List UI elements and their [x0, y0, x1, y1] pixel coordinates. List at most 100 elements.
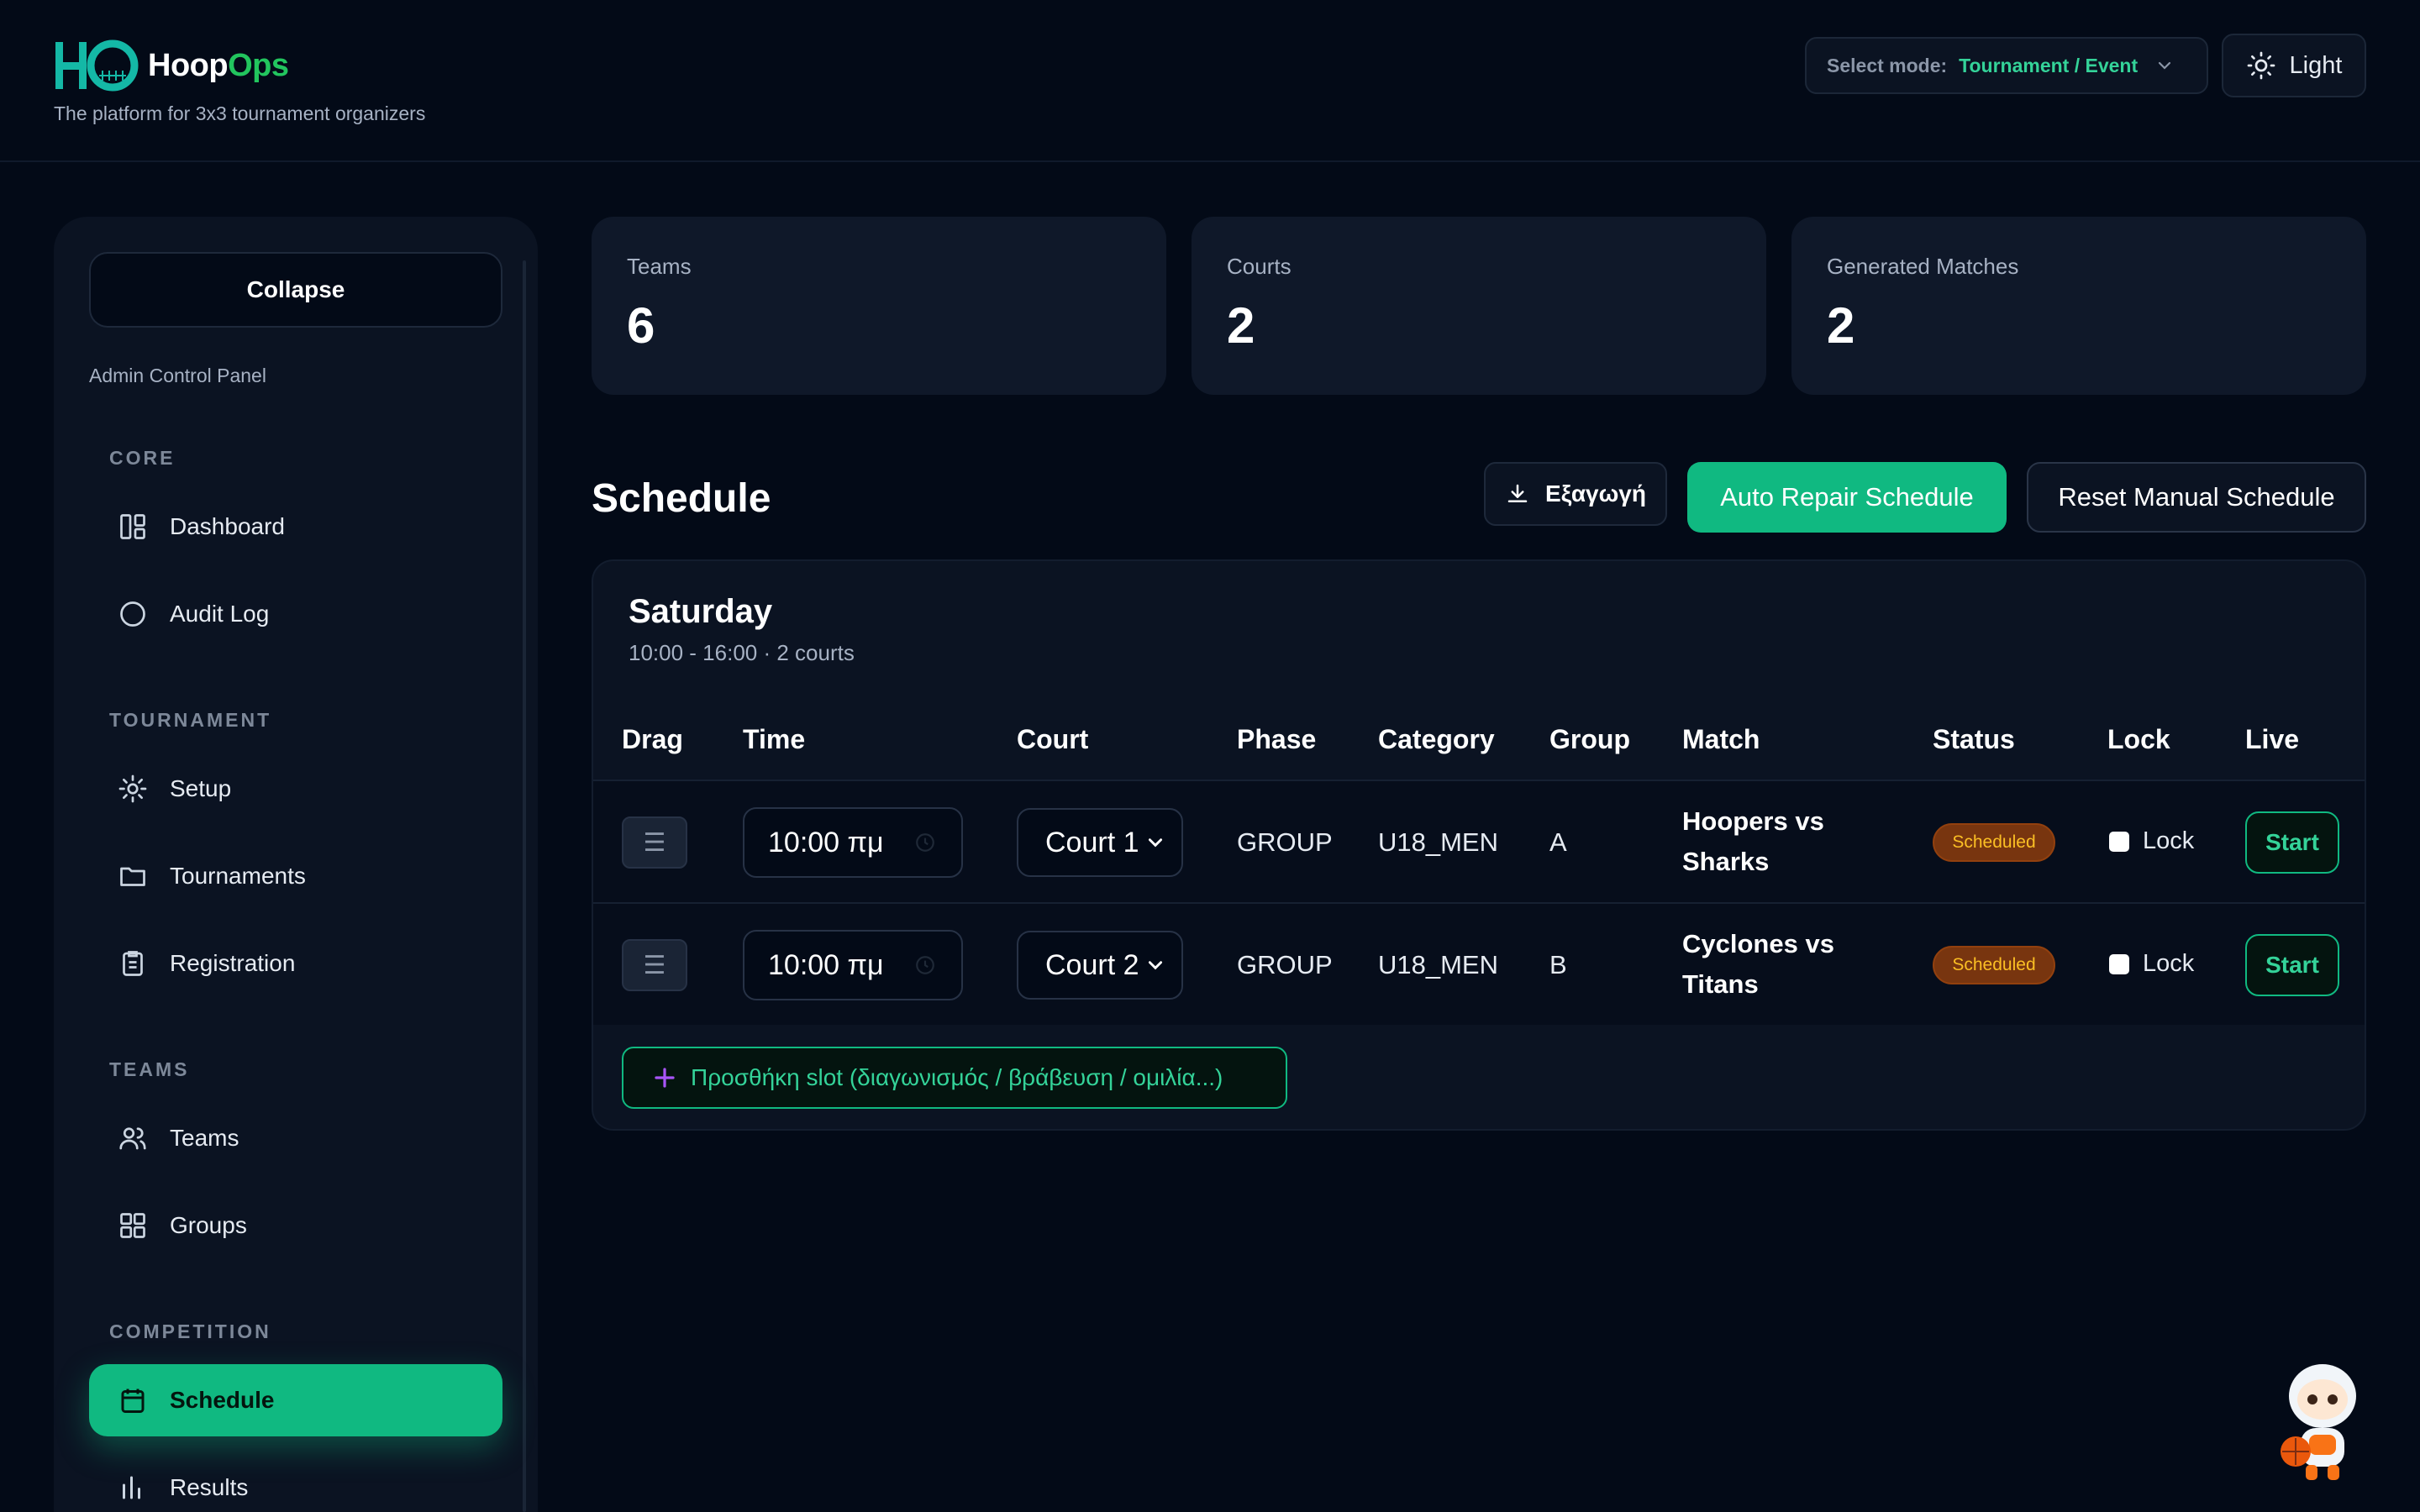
chevron-down-icon [1148, 838, 1163, 848]
sidebar-item-teams[interactable]: Teams [89, 1102, 502, 1174]
checkbox-box[interactable] [2109, 831, 2129, 852]
brand-name-part1: Hoop [148, 47, 229, 83]
status-badge: Scheduled [1933, 946, 2055, 984]
gear-icon [118, 774, 147, 803]
lock-label: Lock [2143, 950, 2195, 977]
column-header-drag: Drag [622, 724, 683, 754]
match-cell: Cyclones vs Titans [1682, 924, 1876, 1005]
circle-icon [120, 601, 145, 627]
sidebar-item-label: Dashboard [170, 513, 285, 539]
column-header-category: Category [1378, 724, 1495, 754]
export-button[interactable]: Εξαγωγή [1484, 462, 1667, 526]
folder-icon [120, 867, 145, 886]
add-slot-label: Προσθήκη slot (διαγωνισμός / βράβευση / … [691, 1064, 1223, 1090]
brand-name: HoopOps [148, 47, 289, 84]
lock-checkbox[interactable]: Lock [2109, 827, 2194, 855]
match-line: Cyclones vs [1682, 929, 1834, 958]
section-title-tournament: TOURNAMENT [109, 709, 272, 731]
chevron-down-icon [2159, 61, 2171, 70]
sidebar-item-registration[interactable]: Registration [89, 927, 502, 1000]
match-cell: Hoopers vs Sharks [1682, 801, 1876, 882]
sidebar-item-label: Registration [170, 950, 296, 976]
stat-card-courts: Courts 2 [1192, 217, 1766, 395]
court-select[interactable]: Court 2 [1017, 931, 1183, 1000]
start-match-button[interactable]: Start [2245, 934, 2339, 996]
category-cell: U18_MEN [1378, 827, 1498, 857]
brand-tagline: The platform for 3x3 tournament organize… [54, 102, 426, 124]
court-select-value: Court 2 [1045, 948, 1139, 981]
sidebar-item-label: Results [170, 1474, 249, 1500]
phase-cell: GROUP [1237, 950, 1333, 979]
plus-icon [655, 1068, 675, 1088]
column-header-lock: Lock [2107, 724, 2170, 754]
section-title-teams: TEAMS [109, 1058, 190, 1080]
day-title: Saturday [629, 593, 773, 630]
sidebar-item-results[interactable]: Results [89, 1452, 502, 1512]
schedule-day-card: Saturday 10:00 - 16:00 · 2 courts Drag T… [592, 559, 2366, 1131]
drag-handle[interactable]: ☰ [622, 939, 687, 991]
phase-cell: GROUP [1237, 827, 1333, 857]
category-cell: U18_MEN [1378, 950, 1498, 979]
app-header: HoopOps The platform for 3x3 tournament … [0, 0, 2420, 162]
export-button-label: Εξαγωγή [1545, 480, 1646, 507]
hoopops-logo-icon [55, 39, 139, 92]
lock-label: Lock [2143, 827, 2195, 854]
section-title-core: CORE [109, 447, 176, 469]
clock-icon [916, 956, 934, 974]
sidebar-item-audit-log[interactable]: Audit Log [89, 578, 502, 650]
drag-handle[interactable]: ☰ [622, 816, 687, 869]
stat-value: 6 [627, 297, 655, 354]
column-header-time: Time [743, 724, 806, 754]
theme-toggle-button[interactable]: Light [2222, 34, 2366, 97]
time-input-value: 10:00 πμ [768, 826, 884, 858]
match-line: Sharks [1682, 847, 1770, 876]
sidebar-item-groups[interactable]: Groups [89, 1189, 502, 1262]
stat-label: Courts [1227, 254, 1292, 279]
stat-value: 2 [1227, 297, 1255, 354]
admin-panel-label: Admin Control Panel [89, 365, 266, 386]
reset-manual-schedule-button[interactable]: Reset Manual Schedule [2027, 462, 2366, 533]
stat-label: Teams [627, 254, 692, 279]
brand-name-part2: Ops [228, 47, 289, 83]
sidebar-scrollbar[interactable] [523, 260, 526, 1512]
column-header-live: Live [2245, 724, 2300, 754]
stat-value: 2 [1827, 297, 1855, 354]
court-select[interactable]: Court 1 [1017, 808, 1183, 877]
match-line: Titans [1682, 969, 1759, 999]
sidebar-item-schedule[interactable]: Schedule [89, 1364, 502, 1436]
auto-repair-schedule-button[interactable]: Auto Repair Schedule [1687, 462, 2007, 533]
column-header-status: Status [1933, 724, 2015, 754]
mascot-robot-icon[interactable] [2275, 1357, 2368, 1483]
table-row: ☰ 10:00 πμ Court 2 GROUP U18_MEN B Cyclo… [593, 902, 2365, 1025]
lock-checkbox[interactable]: Lock [2109, 950, 2194, 978]
time-input-value: 10:00 πμ [768, 948, 884, 981]
clipboard-icon [123, 951, 143, 976]
sidebar-item-label: Setup [170, 775, 232, 801]
start-match-button[interactable]: Start [2245, 811, 2339, 874]
sidebar-item-setup[interactable]: Setup [89, 753, 502, 825]
brand-logo[interactable]: HoopOps [54, 35, 289, 96]
collapse-button[interactable]: Collapse [89, 252, 502, 328]
chevron-down-icon [1148, 961, 1163, 970]
column-header-match: Match [1682, 724, 1760, 754]
sidebar-item-dashboard[interactable]: Dashboard [89, 491, 502, 563]
time-input[interactable]: 10:00 πμ [743, 930, 963, 1000]
download-icon [1507, 484, 1528, 502]
sidebar-item-label: Tournaments [170, 863, 306, 889]
mode-select[interactable]: Select mode: Tournament / Event [1805, 37, 2208, 94]
section-title-competition: COMPETITION [109, 1320, 271, 1342]
add-slot-button[interactable]: Προσθήκη slot (διαγωνισμός / βράβευση / … [622, 1047, 1287, 1109]
users-icon [119, 1127, 146, 1150]
stat-label: Generated Matches [1827, 254, 2019, 279]
court-select-value: Court 1 [1045, 826, 1139, 858]
mode-select-label: Select mode: [1827, 54, 1948, 76]
column-header-group: Group [1549, 724, 1630, 754]
status-badge: Scheduled [1933, 823, 2055, 862]
sidebar-item-tournaments[interactable]: Tournaments [89, 840, 502, 912]
sidebar-item-label: Groups [170, 1212, 247, 1238]
column-header-phase: Phase [1237, 724, 1317, 754]
clock-icon [916, 833, 934, 852]
checkbox-box[interactable] [2109, 953, 2129, 974]
stat-card-teams: Teams 6 [592, 217, 1166, 395]
time-input[interactable]: 10:00 πμ [743, 807, 963, 878]
